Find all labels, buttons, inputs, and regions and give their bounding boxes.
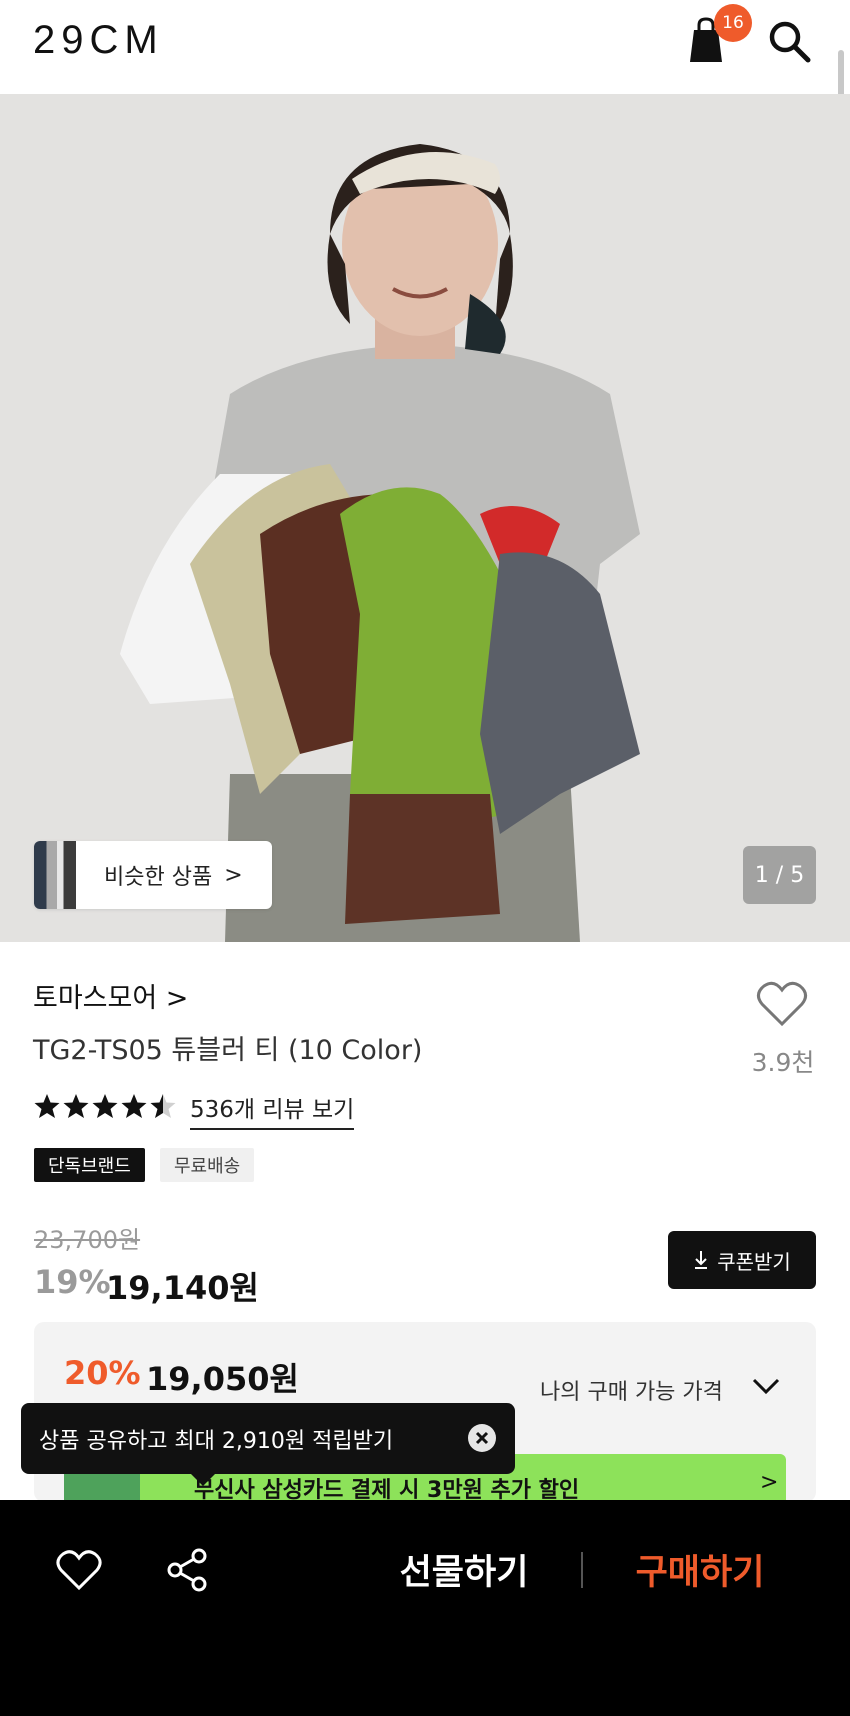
- original-price: 23,700원: [34, 1226, 141, 1254]
- gift-button[interactable]: 선물하기: [374, 1544, 554, 1595]
- brand-link[interactable]: 토마스모어 >: [33, 976, 188, 1015]
- exclusive-brand-tag: 단독브랜드: [34, 1148, 145, 1182]
- chevron-right-icon: >: [760, 1470, 779, 1495]
- sale-price: 19,140원: [106, 1269, 259, 1307]
- chevron-down-icon[interactable]: [750, 1370, 782, 1402]
- similar-products-button[interactable]: 비슷한 상품 >: [34, 841, 272, 909]
- search-icon[interactable]: [766, 18, 814, 66]
- product-image-carousel[interactable]: [0, 94, 850, 942]
- like-count: 3.9천: [751, 1048, 815, 1077]
- review-link[interactable]: 536개 리뷰 보기: [190, 1090, 355, 1130]
- rating-stars: [34, 1091, 184, 1121]
- product-photo: [0, 94, 850, 942]
- product-title: TG2-TS05 튜블러 티 (10 Color): [33, 1035, 423, 1066]
- chevron-right-icon: >: [224, 862, 243, 888]
- divider: [581, 1552, 583, 1588]
- coupon-label: 쿠폰받기: [717, 1249, 791, 1274]
- share-icon[interactable]: [166, 1548, 210, 1592]
- star-icons: [34, 1094, 176, 1118]
- share-reward-tooltip: 상품 공유하고 최대 2,910원 적립받기: [21, 1403, 515, 1486]
- discount-rate: 19%: [34, 1263, 111, 1301]
- like-heart-icon[interactable]: [756, 980, 808, 1028]
- wishlist-heart-icon[interactable]: [56, 1549, 102, 1591]
- free-shipping-tag: 무료배송: [160, 1148, 255, 1182]
- download-icon: [695, 1251, 708, 1269]
- close-icon[interactable]: [467, 1423, 497, 1453]
- top-header: 29CM 16: [0, 0, 850, 225]
- best-price: 19,050원: [146, 1360, 299, 1398]
- promo-text: 무신사 삼성카드 결제 시 3만원 추가 할인: [194, 1478, 580, 1502]
- coupon-download-button[interactable]: 쿠폰받기: [668, 1231, 816, 1289]
- cart-count-badge: 16: [714, 4, 752, 42]
- similar-thumbnail: [34, 841, 76, 909]
- tooltip-text: 상품 공유하고 최대 2,910원 적립받기: [39, 1428, 394, 1454]
- my-price-label[interactable]: 나의 구매 가능 가격: [540, 1374, 723, 1406]
- similar-label: 비슷한 상품: [104, 865, 213, 890]
- best-discount-rate: 20%: [64, 1354, 141, 1392]
- bottom-action-bar: 선물하기 구매하기: [0, 1500, 850, 1716]
- image-page-indicator: 1 / 5: [743, 846, 816, 904]
- logo[interactable]: 29CM: [33, 18, 164, 63]
- buy-button[interactable]: 구매하기: [610, 1544, 790, 1595]
